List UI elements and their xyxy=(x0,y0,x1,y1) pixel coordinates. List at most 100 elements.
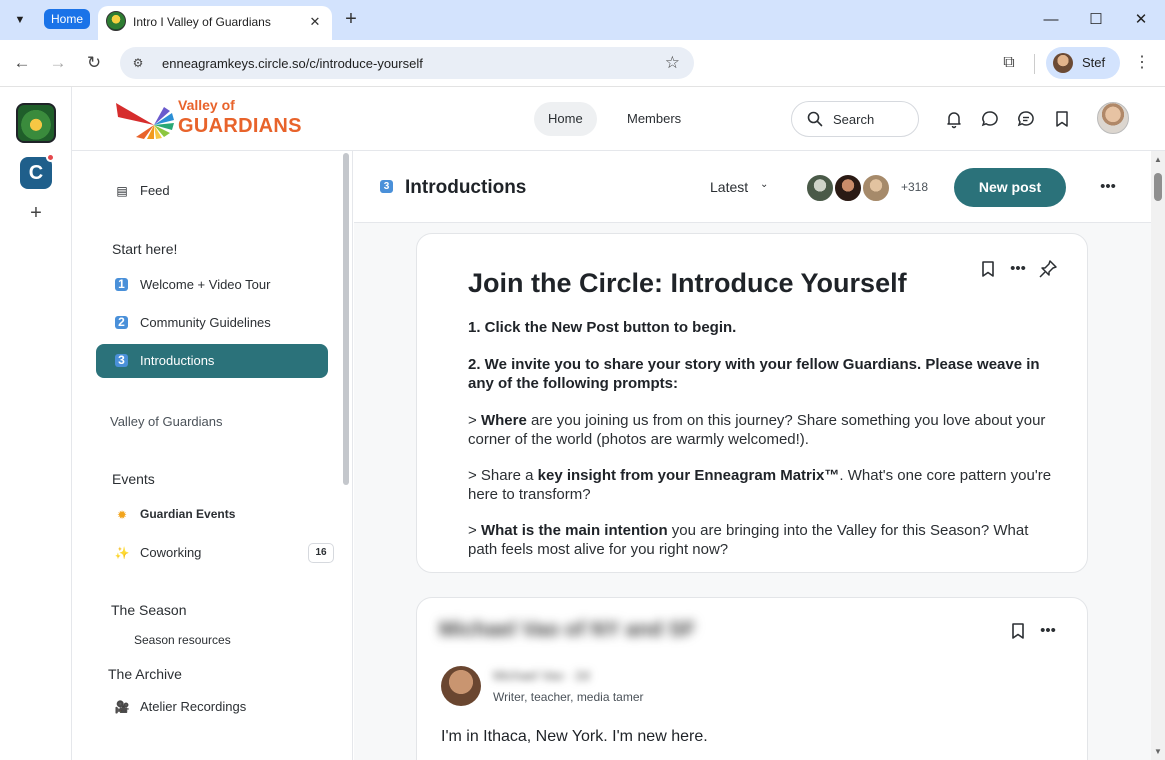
site-info-tune-icon[interactable]: ⚙ xyxy=(130,55,146,71)
tab-favicon-icon xyxy=(106,11,126,31)
sidebar-item-guidelines[interactable]: 2 Community Guidelines xyxy=(96,306,328,340)
sun-icon: ✹ xyxy=(116,508,128,522)
add-community-plus-icon[interactable]: + xyxy=(26,203,46,223)
pin-icon[interactable] xyxy=(1037,258,1059,280)
member-count[interactable]: +318 xyxy=(901,180,928,194)
sidebar-item-label: Introductions xyxy=(140,353,215,368)
space-title: Introductions xyxy=(405,177,527,198)
search-label: Search xyxy=(833,112,875,127)
sidebar-item-welcome[interactable]: 1 Welcome + Video Tour xyxy=(96,268,328,302)
sidebar-item-feed[interactable]: ▤ Feed xyxy=(96,174,328,208)
browser-toolbar: ← → ↻ ⚙ enneagramkeys.circle.so/c/introd… xyxy=(0,40,1165,87)
pinned-post-card: ••• Join the Circle: Introduce Yourself … xyxy=(416,233,1088,573)
member-avatar[interactable] xyxy=(861,173,891,203)
sidebar-heading-events[interactable]: Events xyxy=(112,471,155,487)
search-icon xyxy=(807,111,823,127)
sidebar-item-label: Guardian Events xyxy=(140,507,236,521)
back-arrow-icon[interactable]: ← xyxy=(10,51,34,75)
post-title[interactable]: Michael Vao of NY and SF xyxy=(439,618,695,642)
number-two-icon: 2 xyxy=(115,316,128,329)
number-three-icon: 3 xyxy=(115,354,128,367)
space-header: 3 Introductions Latest ⌄ +318 New post •… xyxy=(354,151,1151,223)
page-scrollbar[interactable]: ▲ ▼ xyxy=(1151,151,1165,760)
bookmark-icon[interactable] xyxy=(977,258,999,280)
space-number-icon: 3 xyxy=(380,180,393,193)
post-body: I'm in Ithaca, New York. I'm new here. xyxy=(441,728,708,745)
valley-community-icon[interactable] xyxy=(16,103,56,143)
bookmark-icon[interactable] xyxy=(1052,109,1072,129)
circle-app-icon[interactable]: C xyxy=(20,157,52,189)
window-close-icon[interactable]: ✕ xyxy=(1129,8,1153,32)
post-prompt-insight: > Share a key insight from your Enneagra… xyxy=(468,467,1052,503)
new-post-button[interactable]: New post xyxy=(954,168,1066,207)
sidebar-item-guardian-events[interactable]: ✹ Guardian Events xyxy=(96,498,328,532)
feed-icon: ▤ xyxy=(116,184,128,198)
sidebar-heading-community[interactable]: Valley of Guardians xyxy=(110,414,223,429)
tab-group-chip[interactable]: Home xyxy=(44,9,91,29)
sidebar-scrollbar[interactable] xyxy=(343,153,349,485)
sidebar-heading-season[interactable]: The Season xyxy=(111,602,187,618)
forward-arrow-icon[interactable]: → xyxy=(46,51,70,75)
sidebar-item-atelier-recordings[interactable]: 🎥 Atelier Recordings xyxy=(96,690,328,724)
profile-avatar xyxy=(1053,53,1073,73)
member-avatar[interactable] xyxy=(833,173,863,203)
profile-chip[interactable]: Stef xyxy=(1046,47,1120,79)
address-url[interactable]: enneagramkeys.circle.so/c/introduce-your… xyxy=(162,56,423,71)
logo-text-top: Valley of xyxy=(178,97,235,113)
address-bar[interactable]: ⚙ enneagramkeys.circle.so/c/introduce-yo… xyxy=(120,47,694,79)
chevron-down-icon[interactable]: ⌄ xyxy=(760,179,768,190)
sidebar-item-coworking[interactable]: ✨ Coworking 16 xyxy=(96,536,334,570)
logo-text-bottom: GUARDIANS xyxy=(178,115,302,137)
profile-name: Stef xyxy=(1082,55,1106,70)
sidebar-item-label: Feed xyxy=(140,183,170,198)
left-sidebar: ▤ Feed Start here! 1 Welcome + Video Tou… xyxy=(72,151,353,760)
window-minimize-icon[interactable]: — xyxy=(1039,8,1063,32)
browser-menu-icon[interactable]: ⋮ xyxy=(1132,51,1152,75)
post-step-1: 1. Click the New Post button to begin. xyxy=(468,319,737,336)
tab-title: Intro I Valley of Guardians xyxy=(133,15,271,29)
extensions-puzzle-icon[interactable]: ⧉ xyxy=(998,52,1020,74)
valley-logo-icon[interactable] xyxy=(114,95,176,139)
post-prompt-where: > Where are you joining us from on this … xyxy=(468,412,1046,448)
toolbar-divider xyxy=(1034,54,1035,74)
browser-tab-active[interactable]: Intro I Valley of Guardians ✕ xyxy=(98,6,332,40)
sidebar-item-introductions[interactable]: 3 Introductions xyxy=(96,344,328,378)
bookmark-icon[interactable] xyxy=(1007,620,1029,642)
messages-icon[interactable] xyxy=(1016,109,1036,129)
bookmark-star-icon[interactable]: ☆ xyxy=(665,53,680,73)
reload-icon[interactable]: ↻ xyxy=(82,51,106,75)
nav-home[interactable]: Home xyxy=(534,102,597,136)
pinned-post-title[interactable]: Join the Circle: Introduce Yourself xyxy=(468,268,907,299)
sparkles-icon: ✨ xyxy=(114,546,130,560)
new-tab-plus-icon[interactable]: + xyxy=(340,9,362,31)
sidebar-item-season-resources[interactable]: Season resources xyxy=(134,633,231,647)
tab-close-icon[interactable]: ✕ xyxy=(306,13,324,31)
sidebar-heading-start[interactable]: Start here! xyxy=(112,241,177,257)
author-name[interactable]: Michael Vao · 2d xyxy=(493,668,590,683)
member-avatar[interactable] xyxy=(805,173,835,203)
search-button[interactable]: Search xyxy=(791,101,919,137)
author-avatar[interactable] xyxy=(441,666,481,706)
sort-dropdown[interactable]: Latest xyxy=(710,179,748,197)
nav-members[interactable]: Members xyxy=(613,102,695,136)
scroll-down-arrow-icon[interactable]: ▼ xyxy=(1153,747,1163,757)
chat-bubble-icon[interactable] xyxy=(980,109,1000,129)
sidebar-heading-archive[interactable]: The Archive xyxy=(108,666,182,682)
scrollbar-thumb[interactable] xyxy=(1154,173,1162,201)
space-options-icon[interactable]: ••• xyxy=(1098,177,1118,197)
browser-tabstrip: ▼ Home Intro I Valley of Guardians ✕ + —… xyxy=(0,0,1165,40)
camera-icon: 🎥 xyxy=(114,700,130,714)
window-maximize-icon[interactable]: ☐ xyxy=(1084,8,1108,32)
post-card: Michael Vao of NY and SF ••• Michael Vao… xyxy=(416,597,1088,760)
scroll-up-arrow-icon[interactable]: ▲ xyxy=(1153,155,1163,165)
user-avatar[interactable] xyxy=(1097,102,1129,134)
sidebar-item-label: Welcome + Video Tour xyxy=(140,277,271,292)
bell-icon[interactable] xyxy=(944,109,964,129)
sidebar-item-label: Coworking xyxy=(140,545,202,560)
sidebar-item-label: Atelier Recordings xyxy=(140,699,247,714)
post-options-icon[interactable]: ••• xyxy=(1037,620,1059,642)
tab-search-chevron-icon[interactable]: ▼ xyxy=(8,8,32,32)
post-feed: ••• Join the Circle: Introduce Yourself … xyxy=(354,223,1151,760)
post-options-icon[interactable]: ••• xyxy=(1007,258,1029,280)
number-one-icon: 1 xyxy=(115,278,128,291)
